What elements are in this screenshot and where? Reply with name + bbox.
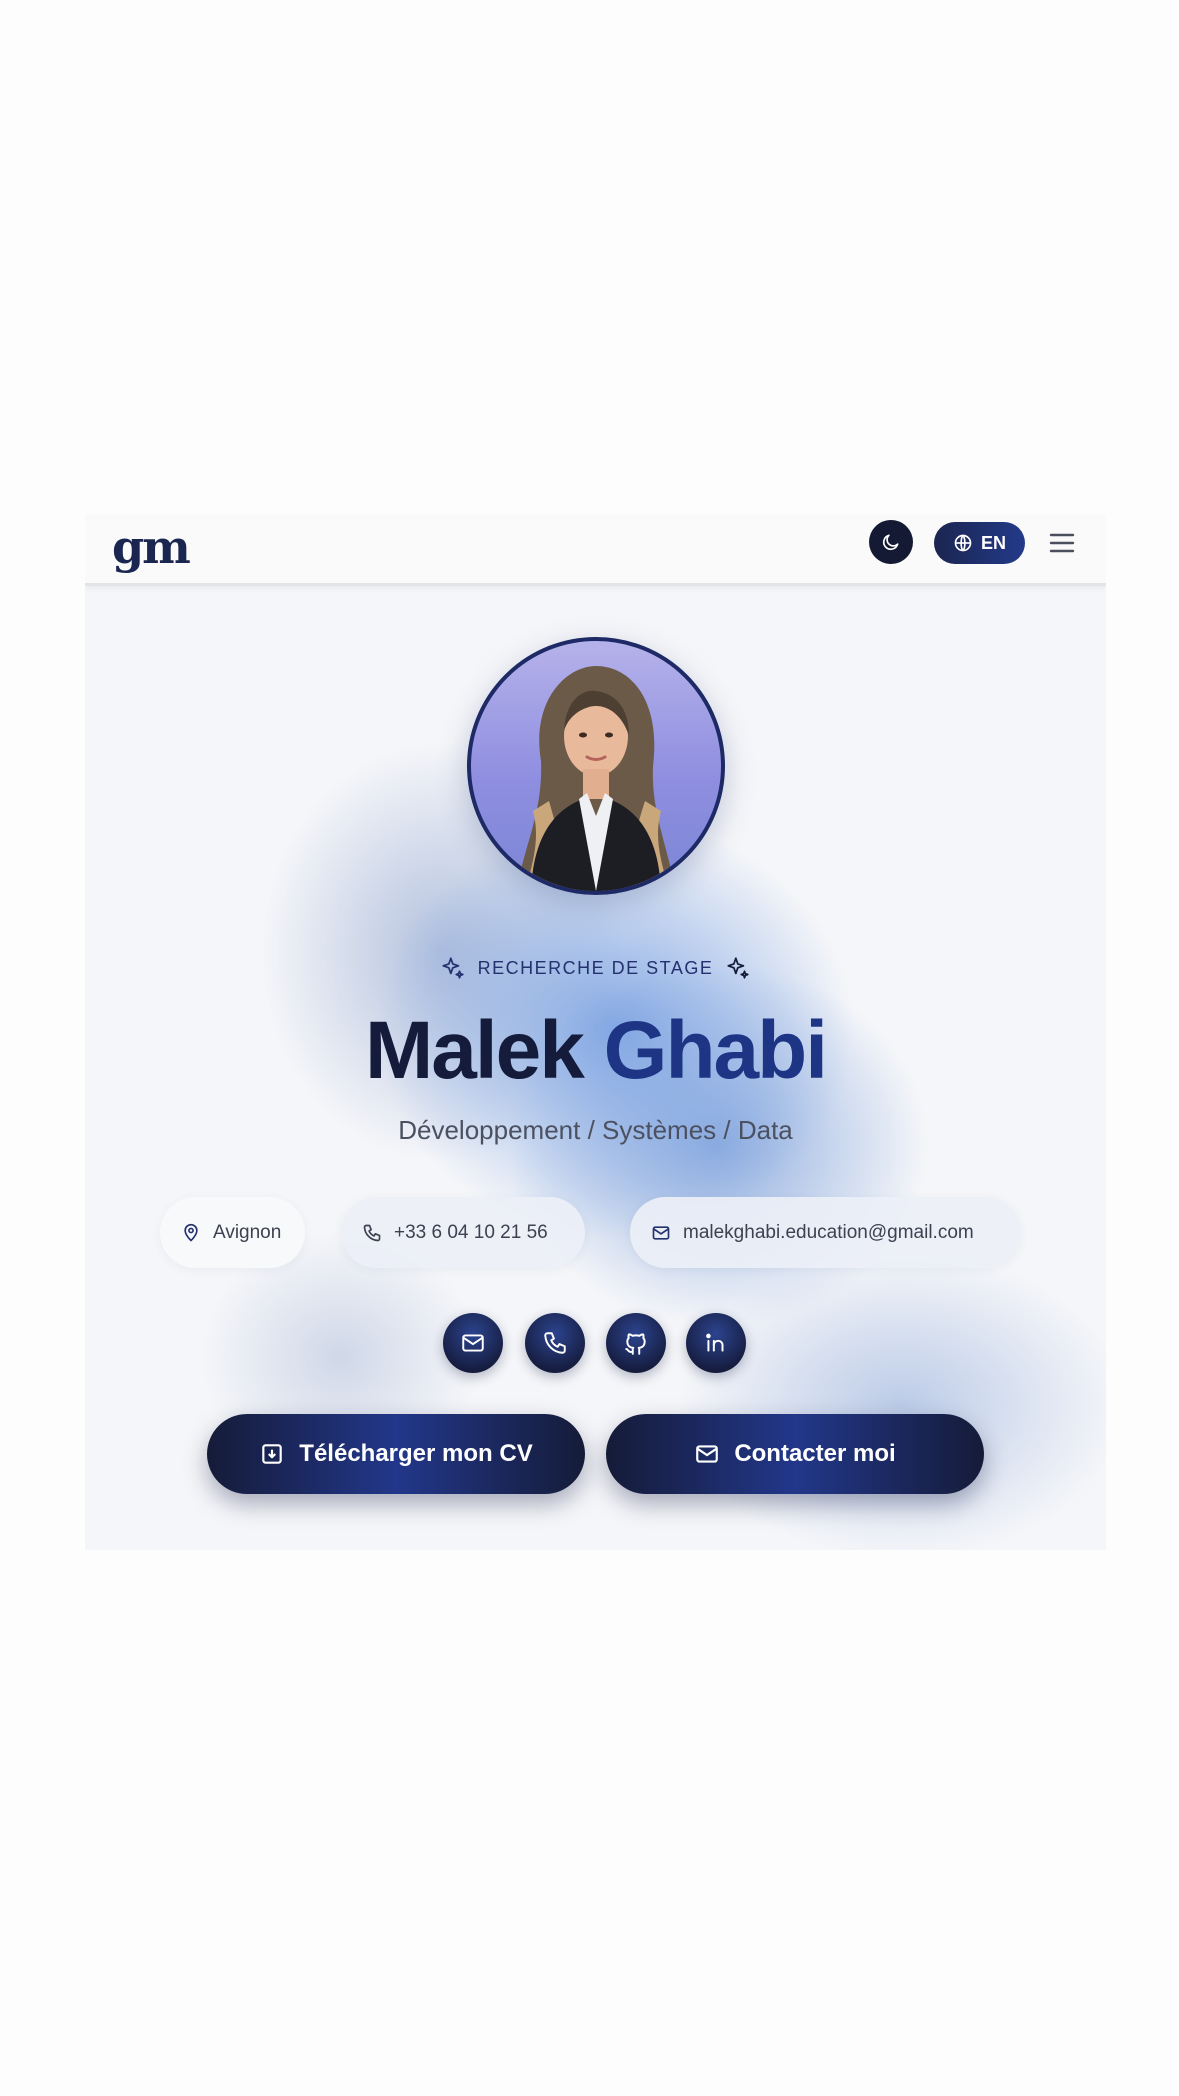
linkedin-icon <box>706 1333 724 1352</box>
hamburger-menu-button[interactable] <box>1047 528 1077 558</box>
social-github-button[interactable] <box>606 1313 666 1373</box>
language-label: EN <box>980 532 1006 553</box>
social-mail-button[interactable] <box>443 1313 503 1373</box>
location-chip: Avignon <box>160 1197 305 1268</box>
phone-chip[interactable]: +33 6 04 10 21 56 <box>341 1197 585 1268</box>
moon-icon <box>882 534 899 551</box>
phone-icon <box>544 1332 566 1354</box>
download-cv-button[interactable]: Télécharger mon CV <box>207 1414 585 1494</box>
map-pin-icon <box>184 1223 198 1242</box>
github-icon <box>625 1333 646 1355</box>
profile-subtitle: Développement / Systèmes / Data <box>398 1115 793 1145</box>
social-phone-button[interactable] <box>525 1313 585 1373</box>
phone-text: +33 6 04 10 21 56 <box>394 1221 548 1243</box>
badge-label: RECHERCHE DE STAGE <box>477 957 714 978</box>
hamburger-menu-icon <box>1049 533 1075 553</box>
site-logo[interactable]: gm <box>112 520 191 574</box>
internship-badge: RECHERCHE DE STAGE <box>85 955 1106 981</box>
globe-icon <box>954 534 972 552</box>
theme-toggle-button[interactable] <box>869 520 913 564</box>
first-name: Malek <box>364 1005 585 1096</box>
mail-icon <box>462 1334 484 1352</box>
social-linkedin-button[interactable] <box>686 1313 746 1373</box>
sparkles-icon <box>442 957 464 979</box>
top-navbar: gm EN <box>85 514 1106 586</box>
sparkles-icon <box>727 957 749 979</box>
mail-icon <box>652 1225 670 1240</box>
mail-icon <box>696 1445 719 1463</box>
contact-button[interactable]: Contacter moi <box>606 1414 984 1494</box>
download-cv-label: Télécharger mon CV <box>299 1440 533 1467</box>
location-text: Avignon <box>213 1221 282 1243</box>
profile-name: Malek Ghabi <box>85 1004 1106 1098</box>
phone-icon <box>363 1224 381 1241</box>
language-switch-button[interactable]: EN <box>934 522 1025 564</box>
email-text: malekghabi.education@gmail.com <box>683 1221 974 1243</box>
contact-label: Contacter moi <box>734 1440 896 1467</box>
portfolio-viewport: gm EN RECHERCHE DE STAGE Malek Ghabi Dév… <box>85 514 1106 1550</box>
last-name: Ghabi <box>603 1005 828 1096</box>
download-document-icon <box>262 1444 283 1464</box>
profile-photo <box>467 637 725 895</box>
email-chip[interactable]: malekghabi.education@gmail.com <box>630 1197 1021 1268</box>
